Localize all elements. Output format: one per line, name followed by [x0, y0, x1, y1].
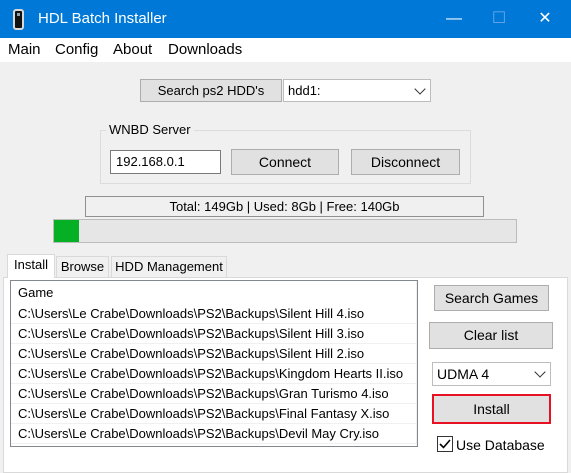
- tab-hdd-management[interactable]: HDD Management: [111, 256, 227, 277]
- app-icon: [13, 9, 24, 30]
- list-item[interactable]: C:\Users\Le Crabe\Downloads\PS2\Backups\…: [11, 384, 417, 404]
- storage-summary: Total: 149Gb | Used: 8Gb | Free: 140Gb: [85, 196, 484, 217]
- storage-progress-bar: [53, 219, 517, 243]
- tab-install[interactable]: Install: [7, 254, 55, 278]
- list-item[interactable]: C:\Users\Le Crabe\Downloads\PS2\Backups\…: [11, 304, 417, 324]
- use-database-label[interactable]: Use Database: [456, 437, 545, 453]
- menu-about[interactable]: About: [113, 41, 152, 58]
- use-database-checkbox[interactable]: [437, 436, 453, 452]
- list-item[interactable]: C:\Users\Le Crabe\Downloads\PS2\Backups\…: [11, 404, 417, 424]
- window-title: HDL Batch Installer: [38, 10, 167, 27]
- list-item[interactable]: C:\Users\Le Crabe\Downloads\PS2\Backups\…: [11, 364, 417, 384]
- install-button[interactable]: Install: [432, 394, 551, 424]
- menu-config[interactable]: Config: [55, 41, 98, 58]
- search-games-button[interactable]: Search Games: [434, 285, 549, 311]
- game-list-header[interactable]: Game: [18, 285, 53, 300]
- list-item[interactable]: C:\Users\Le Crabe\Downloads\PS2\Backups\…: [11, 324, 417, 344]
- udma-select[interactable]: UDMA 4: [432, 362, 551, 386]
- wnbd-ip-input[interactable]: 192.168.0.1: [110, 150, 221, 174]
- menu-downloads[interactable]: Downloads: [168, 41, 242, 58]
- list-item[interactable]: C:\Users\Le Crabe\Downloads\PS2\Backups\…: [11, 424, 417, 444]
- tab-browse[interactable]: Browse: [56, 256, 109, 277]
- storage-progress-fill: [54, 220, 79, 242]
- hdd-select[interactable]: hdd1:: [283, 79, 431, 102]
- list-column-divider: [416, 281, 417, 446]
- clear-list-button[interactable]: Clear list: [429, 322, 553, 349]
- udma-select-value: UDMA 4: [437, 366, 490, 382]
- checkmark-icon: [439, 439, 451, 449]
- disconnect-button[interactable]: Disconnect: [351, 149, 460, 175]
- hdd-select-value: hdd1:: [288, 83, 321, 98]
- wnbd-label: WNBD Server: [106, 122, 194, 137]
- chevron-down-icon: [534, 366, 546, 378]
- close-button[interactable]: ✕: [522, 0, 568, 38]
- menu-main[interactable]: Main: [8, 41, 41, 58]
- maximize-button[interactable]: ☐: [476, 0, 522, 38]
- minimize-button[interactable]: —: [431, 0, 477, 38]
- search-ps2-hdd-button[interactable]: Search ps2 HDD's: [140, 79, 282, 102]
- connect-button[interactable]: Connect: [231, 149, 339, 175]
- list-item[interactable]: C:\Users\Le Crabe\Downloads\PS2\Backups\…: [11, 344, 417, 364]
- chevron-down-icon: [414, 82, 426, 95]
